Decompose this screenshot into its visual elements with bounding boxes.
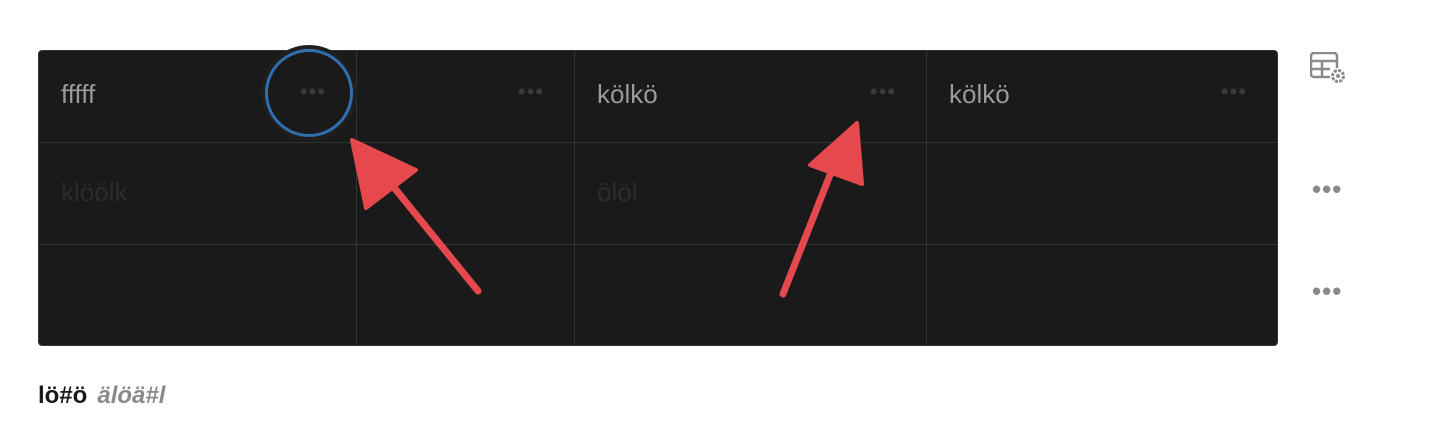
table-cell[interactable]: ölöl (575, 143, 927, 245)
cell-text: kölkö (949, 79, 1010, 109)
table-cell[interactable] (39, 245, 357, 345)
dark-table: fffff ••• ••• kölkö ••• kölkö ••• klöölk… (38, 50, 1278, 346)
cell-text: kölkö (597, 79, 658, 109)
table-cell[interactable] (927, 245, 1277, 345)
cell-text: klöölk (61, 177, 128, 207)
caption-italic-text: älöä#l (97, 382, 166, 409)
table-cell[interactable] (357, 245, 575, 345)
cell-menu-icon[interactable]: ••• (870, 79, 896, 105)
row-menu-icon[interactable]: ••• (1312, 276, 1342, 307)
cell-menu-icon[interactable]: ••• (518, 79, 544, 105)
table-cell[interactable] (575, 245, 927, 345)
table-cell[interactable] (357, 143, 575, 245)
cell-text: ölöl (597, 177, 638, 207)
table-caption: lö#ö älöä#l (38, 382, 165, 410)
table-cell[interactable]: klöölk (39, 143, 357, 245)
cell-menu-icon[interactable]: ••• (1221, 79, 1247, 105)
row-menu-icon[interactable]: ••• (1312, 174, 1342, 205)
table-cell[interactable] (927, 143, 1277, 245)
table-settings-icon[interactable] (1309, 51, 1348, 86)
table-cell[interactable]: kölkö ••• (927, 51, 1277, 143)
caption-bold-text: lö#ö (38, 382, 88, 409)
cell-text: fffff (61, 79, 96, 109)
highlight-circle (265, 49, 353, 137)
table-cell[interactable]: ••• (357, 51, 575, 143)
table-cell[interactable]: kölkö ••• (575, 51, 927, 143)
